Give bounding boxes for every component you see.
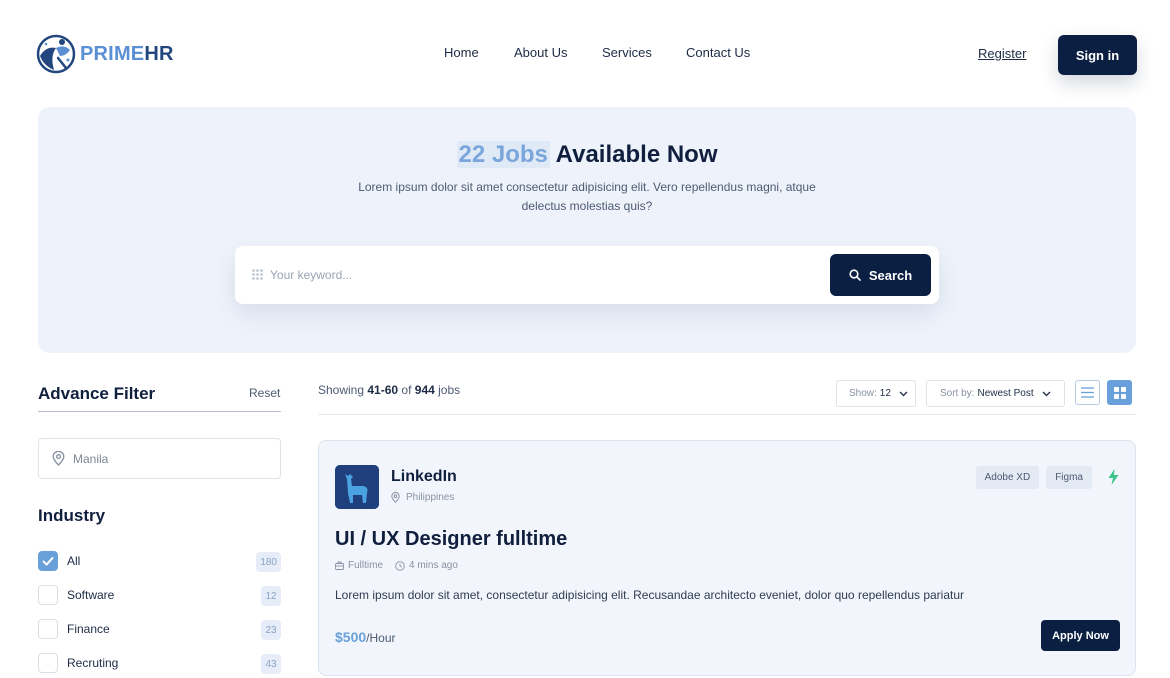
show-value: 12 [879, 388, 891, 399]
nav-about-us[interactable]: About Us [514, 45, 567, 60]
job-card[interactable]: LinkedIn Philippines Adobe XD Figma UI /… [318, 440, 1136, 676]
list-icon [1081, 387, 1094, 398]
hero-banner: 22 Jobs Available Now Lorem ipsum dolor … [38, 107, 1136, 353]
industry-label: Recruting [67, 656, 119, 670]
lightning-bolt-icon [1108, 469, 1119, 485]
logo-text: PRIMEHR [80, 42, 174, 65]
reset-filter-link[interactable]: Reset [249, 386, 280, 400]
job-salary: $500/Hour [335, 629, 396, 645]
grid-view-icon [1113, 386, 1126, 399]
map-pin-icon [391, 492, 400, 503]
industry-title: Industry [38, 506, 106, 525]
industry-checkbox-software[interactable] [38, 585, 58, 605]
chevron-down-icon [899, 391, 908, 396]
company-name[interactable]: LinkedIn [391, 468, 457, 486]
grid-icon [252, 269, 263, 280]
skill-tag[interactable]: Adobe XD [975, 466, 1040, 489]
job-meta: Fulltime 4 mins ago [335, 560, 458, 571]
skill-tag[interactable]: Figma [1046, 466, 1092, 489]
sort-label: Sort by: [940, 388, 975, 399]
hero-title: 22 Jobs Available Now [456, 141, 718, 168]
show-per-page-select[interactable]: Show: 12 [836, 380, 916, 407]
sort-by-select[interactable]: Sort by: Newest Post [926, 380, 1065, 407]
nav-contact-us[interactable]: Contact Us [686, 45, 750, 60]
logo-globe-icon [36, 34, 76, 74]
advance-filter-title: Advance Filter [38, 384, 156, 403]
show-label: Show: [849, 388, 877, 399]
location-field[interactable] [38, 438, 281, 479]
industry-checkbox-all[interactable] [38, 551, 58, 571]
industry-item-recruting[interactable]: Recruting 43 [38, 653, 281, 675]
register-link[interactable]: Register [978, 46, 1026, 61]
industry-count: 180 [256, 552, 281, 572]
industry-checkbox-recruting[interactable] [38, 653, 58, 673]
job-title[interactable]: UI / UX Designer fulltime [335, 528, 567, 551]
logo[interactable]: PRIMEHR [36, 34, 174, 74]
company-logo [335, 465, 379, 509]
nav-services[interactable]: Services [602, 45, 652, 60]
keyword-input[interactable] [270, 263, 810, 287]
jobs-count-highlight: 22 Jobs [456, 141, 550, 168]
grid-view-button[interactable] [1107, 380, 1132, 405]
job-posted-time: 4 mins ago [395, 560, 458, 571]
llama-logo-icon [335, 465, 379, 509]
results-divider [318, 414, 1136, 415]
results-count: Showing 41-60 of 944 jobs [318, 383, 461, 397]
industry-label: All [67, 554, 81, 568]
industry-item-software[interactable]: Software 12 [38, 585, 281, 607]
industry-label: Finance [67, 622, 110, 636]
apply-now-button[interactable]: Apply Now [1041, 620, 1120, 651]
industry-count: 43 [261, 654, 281, 674]
search-button-label: Search [868, 267, 913, 283]
search-bar: Search [235, 246, 939, 304]
industry-checkbox-finance[interactable] [38, 619, 58, 639]
job-type: Fulltime [335, 560, 383, 571]
location-input[interactable] [73, 448, 263, 470]
list-view-button[interactable] [1075, 380, 1100, 405]
search-icon [849, 269, 861, 281]
sign-in-button[interactable]: Sign in [1058, 35, 1137, 75]
skill-tags: Adobe XD Figma [975, 466, 1092, 489]
industry-count: 23 [261, 620, 281, 640]
industry-label: Software [67, 588, 115, 602]
industry-count: 12 [261, 586, 281, 606]
industry-item-all[interactable]: All 180 [38, 551, 281, 573]
clock-icon [395, 560, 405, 571]
chevron-down-icon [1042, 391, 1051, 396]
search-button[interactable]: Search [830, 254, 931, 296]
check-icon [42, 557, 54, 566]
briefcase-icon [335, 561, 344, 570]
nav-home[interactable]: Home [444, 45, 479, 60]
company-location: Philippines [391, 492, 454, 503]
industry-item-finance[interactable]: Finance 23 [38, 619, 281, 641]
map-pin-icon [52, 451, 65, 466]
job-description: Lorem ipsum dolor sit amet, consectetur … [335, 588, 965, 602]
sort-value: Newest Post [977, 388, 1034, 399]
filter-divider [38, 411, 281, 412]
hero-subtitle: Lorem ipsum dolor sit amet consectetur a… [358, 180, 816, 213]
